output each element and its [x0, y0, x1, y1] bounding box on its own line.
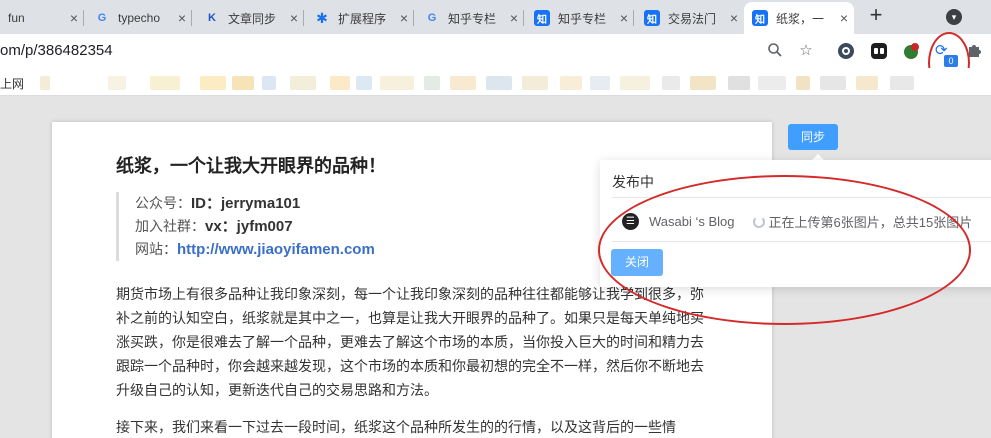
blurred-bookmark[interactable] [590, 76, 610, 90]
close-tab-icon[interactable]: × [504, 10, 524, 26]
tab-search-icon[interactable]: ▾ [946, 9, 962, 25]
quote-value: ID：jerryma101 [191, 195, 301, 212]
blurred-bookmark[interactable] [200, 76, 226, 90]
quote-label: 公众号： [135, 195, 191, 211]
tab-title: 交易法门 [668, 11, 717, 26]
sync-button[interactable]: 同步 [788, 124, 838, 150]
blurred-bookmark[interactable] [450, 76, 476, 90]
blurred-bookmark[interactable] [290, 76, 316, 90]
tab-separator [413, 10, 414, 26]
tab-zhihu-column[interactable]: 知 知乎专栏 × [526, 2, 634, 34]
blurred-bookmark[interactable] [856, 76, 878, 90]
tab-separator [83, 10, 84, 26]
zhihu-icon: 知 [752, 10, 768, 26]
blurred-bookmark[interactable] [728, 76, 750, 90]
tab-title: typecho [118, 11, 161, 25]
blurred-bookmark[interactable] [356, 76, 372, 90]
tab-pulp-article[interactable]: 知 纸浆，一 × [744, 2, 854, 34]
blurred-bookmark[interactable] [150, 76, 180, 90]
zoom-icon[interactable] [766, 42, 784, 60]
quote-label: 网站： [135, 241, 177, 257]
blurred-bookmark[interactable] [522, 76, 548, 90]
tab-typecho[interactable]: G typecho × [86, 2, 192, 34]
tab-jiaoyifamen[interactable]: 知 交易法门 × [636, 2, 744, 34]
popup-title: 发布中 [612, 174, 654, 190]
k-icon: K [208, 12, 216, 24]
tab-article-sync[interactable]: K 文章同步 × [196, 2, 304, 34]
close-tab-icon[interactable]: × [284, 10, 304, 26]
blurred-bookmark[interactable] [232, 76, 254, 90]
tab-separator [303, 10, 304, 26]
bookmark-star-icon[interactable]: ☆ [797, 42, 815, 60]
blurred-bookmark[interactable] [330, 76, 350, 90]
close-tab-icon[interactable]: × [172, 10, 192, 26]
tab-title: fun [8, 11, 25, 25]
tab-separator [191, 10, 192, 26]
article-paragraph: 期货市场上有很多品种让我印象深刻，每一个让我印象深刻的品种往往都能够让我学到很多… [116, 286, 704, 398]
blurred-bookmark[interactable] [380, 76, 414, 90]
tab-separator [633, 10, 634, 26]
tab-title: 纸浆，一 [776, 11, 825, 26]
article-title: 纸浆，一个让我大开眼界的品种！ [116, 156, 386, 176]
blurred-bookmark[interactable] [620, 76, 650, 90]
new-tab-button[interactable]: + [864, 4, 888, 28]
close-tab-icon[interactable]: × [614, 10, 634, 26]
article-paragraph: 接下来，我们来看一下过去一段时间，纸浆这个品种所发生的的行情，以及这背后的一些情 [116, 419, 676, 435]
tab-fun[interactable]: fun × [0, 2, 84, 34]
tab-zhihu-column-google[interactable]: G 知乎专栏 × [416, 2, 524, 34]
annotation-ellipse-popup [598, 175, 971, 325]
zhihu-icon: 知 [534, 10, 550, 26]
bookmark-item[interactable]: 上网 [0, 75, 24, 92]
extension-ghost-icon[interactable] [870, 42, 888, 60]
blurred-bookmark[interactable] [424, 76, 440, 90]
tab-title: 知乎专栏 [448, 11, 497, 26]
blurred-bookmark[interactable] [690, 76, 716, 90]
quote-line-wechat: 公众号：ID：jerryma101 [135, 192, 375, 215]
blurred-bookmark[interactable] [662, 76, 680, 90]
zhihu-icon: 知 [644, 10, 660, 26]
google-icon: G [97, 12, 107, 24]
tab-title: 知乎专栏 [558, 11, 607, 26]
close-tab-icon[interactable]: × [64, 10, 84, 26]
article-quote-block: 公众号：ID：jerryma101 加入社群：vx：jyfm007 网站：htt… [116, 192, 375, 261]
close-tab-icon[interactable]: × [394, 10, 414, 26]
extension-globe-icon[interactable] [902, 42, 920, 60]
website-link[interactable]: http://www.jiaoyifamen.com [177, 241, 375, 258]
google-icon: G [427, 12, 437, 24]
address-toolbar: om/p/386482354 ☆ ⟳ 0 [0, 34, 991, 68]
blurred-bookmark[interactable] [108, 76, 126, 90]
close-tab-icon[interactable]: × [724, 10, 744, 26]
blurred-bookmark[interactable] [796, 76, 810, 90]
blurred-bookmark[interactable] [262, 76, 276, 90]
puzzle-icon: ✱ [316, 9, 328, 26]
blurred-bookmark[interactable] [486, 76, 512, 90]
quote-label: 加入社群： [135, 218, 205, 234]
blurred-bookmark[interactable] [560, 76, 582, 90]
quote-line-website: 网站：http://www.jiaoyifamen.com [135, 238, 375, 261]
quote-line-community: 加入社群：vx：jyfm007 [135, 215, 375, 238]
address-bar-url[interactable]: om/p/386482354 [0, 42, 113, 59]
tab-title: 扩展程序 [338, 11, 387, 26]
extension-shield-icon[interactable] [837, 42, 855, 60]
quote-value: vx：jyfm007 [205, 218, 293, 235]
tab-extensions[interactable]: ✱ 扩展程序 × [306, 2, 414, 34]
close-tab-icon[interactable]: × [834, 10, 854, 26]
blurred-bookmark[interactable] [758, 76, 786, 90]
blurred-bookmark[interactable] [890, 76, 914, 90]
bookmarks-bar: 上网 [0, 68, 991, 96]
tab-title: 文章同步 [228, 11, 277, 26]
tab-strip: fun × G typecho × K 文章同步 × ✱ 扩展程序 × G 知乎… [0, 0, 991, 34]
blurred-bookmark[interactable] [820, 76, 846, 90]
tab-separator [523, 10, 524, 26]
blurred-bookmark[interactable] [40, 76, 50, 90]
